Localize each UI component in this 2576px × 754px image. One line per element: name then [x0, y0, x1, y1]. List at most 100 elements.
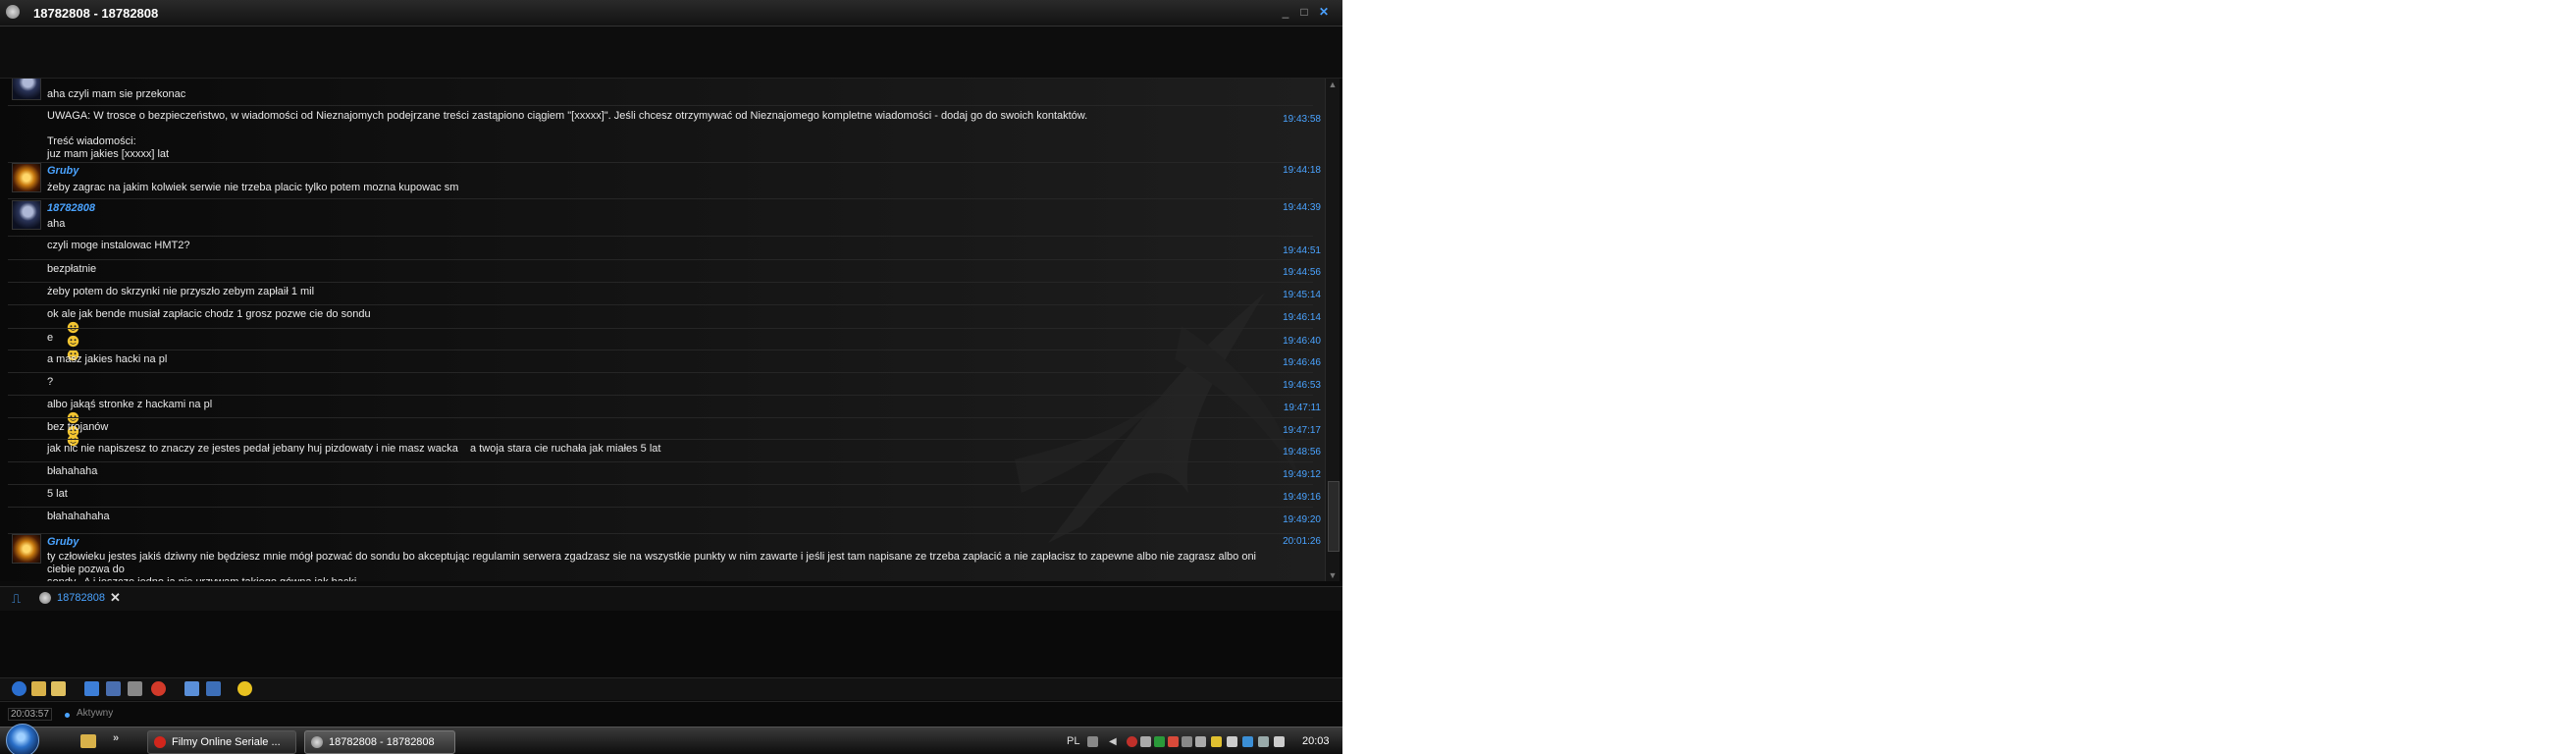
volume-icon[interactable]: [1274, 736, 1285, 747]
avatar: [12, 534, 41, 564]
status-text: Aktywny: [77, 708, 114, 719]
gadu-icon[interactable]: [6, 5, 20, 19]
back-icon[interactable]: [12, 681, 26, 696]
pulse-icon[interactable]: ⎍: [12, 591, 21, 607]
message-text: błahahaha: [47, 465, 98, 477]
block-icon[interactable]: [151, 681, 166, 696]
printer-icon[interactable]: [1195, 736, 1206, 747]
message-text: ?: [47, 376, 54, 388]
maximize-button[interactable]: □: [1297, 5, 1311, 19]
send-file-icon[interactable]: [206, 681, 221, 696]
usb-icon[interactable]: [1227, 736, 1237, 747]
keyboard-icon[interactable]: [1182, 736, 1192, 747]
tab-close-button[interactable]: ✕: [110, 590, 121, 606]
message-time: 19:49:20: [1283, 514, 1321, 525]
scroll-thumb[interactable]: [1328, 481, 1340, 552]
search-icon[interactable]: [1140, 736, 1151, 747]
gadu-icon: [39, 592, 51, 604]
message-time: 19:47:17: [1283, 425, 1321, 436]
message-text: błahahahaha: [47, 511, 110, 522]
divider: [8, 198, 1313, 199]
chevron-left-icon[interactable]: ◀: [1109, 736, 1120, 747]
message-time: 19:44:51: [1283, 245, 1321, 256]
divider: [8, 484, 1313, 485]
message-text: 5 lat: [47, 488, 68, 500]
chat-scrollbar[interactable]: ▲ ▼: [1325, 79, 1340, 581]
message-time: 19:45:14: [1283, 290, 1321, 300]
folder-icon[interactable]: [31, 681, 46, 696]
document-icon[interactable]: [84, 681, 99, 696]
divider: [8, 304, 1313, 305]
status-time: 20:03:57: [8, 708, 52, 721]
print-icon[interactable]: [128, 681, 142, 696]
sender-name[interactable]: 18782808: [47, 202, 95, 214]
show-desktop-icon[interactable]: [80, 734, 96, 748]
message-time: 19:47:11: [1283, 403, 1321, 413]
divider: [8, 395, 1313, 396]
formatting-toolbar: [0, 677, 1342, 700]
message-time: 19:46:46: [1283, 357, 1321, 368]
network-icon[interactable]: [1242, 736, 1253, 747]
message-text: albo jakąś stronke z hackami na pl: [47, 399, 213, 410]
gadu-status-icon[interactable]: [1154, 736, 1165, 747]
message-time: 19:46:53: [1283, 380, 1321, 391]
message-text: żeby potem do skrzynki nie przyszło zeby…: [47, 286, 315, 297]
sender-name[interactable]: Gruby: [47, 536, 79, 548]
taskbar-item-browser[interactable]: Filmy Online Seriale ...: [147, 730, 296, 754]
message-time: 19:43:58: [1283, 114, 1321, 125]
opera-icon: [154, 736, 166, 748]
message-text: ok ale jak bende musiał zapłacic chodz 1…: [47, 308, 371, 320]
divider: [8, 461, 1313, 462]
minimize-button[interactable]: _: [1279, 5, 1292, 19]
message-time: 19:44:18: [1283, 165, 1321, 176]
message-text: aha czyli mam sie przekonac: [47, 88, 186, 100]
keyboard-icon[interactable]: [1087, 736, 1098, 747]
status-bar: 20:03:57 Aktywny: [0, 701, 1342, 727]
message-text: a masz jakies hacki na pl: [47, 353, 168, 365]
chat-history[interactable]: aha czyli mam sie przekonac UWAGA: W tro…: [0, 79, 1325, 581]
image-icon[interactable]: [106, 681, 121, 696]
tab-bar: ⎍ 18782808 ✕: [0, 586, 1342, 612]
message-text: bez trojanów: [47, 421, 109, 433]
tab-conversation[interactable]: 18782808 ✕: [37, 590, 126, 607]
message-time: 19:46:14: [1283, 312, 1321, 323]
message-text: e: [47, 332, 54, 344]
message-time: 19:49:12: [1283, 469, 1321, 480]
message-text: aha: [47, 218, 66, 230]
title-bar[interactable]: 18782808 - 18782808 _ □ ✕: [0, 0, 1342, 27]
update-icon[interactable]: [1211, 736, 1222, 747]
start-button[interactable]: [6, 724, 39, 754]
message-time: 19:44:39: [1283, 202, 1321, 213]
clock[interactable]: 20:03: [1302, 735, 1330, 747]
taskbar-item-gadu[interactable]: 18782808 - 18782808: [304, 730, 455, 754]
divider: [8, 162, 1313, 163]
taskbar: » Filmy Online Seriale ... 18782808 - 18…: [0, 724, 1342, 754]
message-time: 19:44:56: [1283, 267, 1321, 278]
scroll-down-icon[interactable]: ▼: [1326, 569, 1340, 581]
status-dot-icon: [65, 713, 70, 718]
app-window: 18782808 - 18782808 _ □ ✕ aha czyli mam …: [0, 0, 1342, 754]
close-button[interactable]: ✕: [1317, 5, 1331, 19]
sender-name[interactable]: Gruby: [47, 165, 79, 177]
app-tray-icon[interactable]: [1168, 736, 1179, 747]
antivirus-icon[interactable]: [1127, 736, 1137, 747]
divider: [8, 533, 1313, 534]
window-title: 18782808 - 18782808: [33, 6, 159, 21]
task-label: Filmy Online Seriale ...: [172, 736, 281, 748]
message-input[interactable]: [0, 611, 1342, 677]
scroll-up-icon[interactable]: ▲: [1326, 79, 1340, 90]
message-text: ty człowieku jestes jakiś dziwny nie będ…: [47, 551, 1256, 581]
quicklaunch-chevron[interactable]: »: [113, 732, 119, 744]
network-status-icon[interactable]: [1258, 736, 1269, 747]
tribal-watermark-icon: [1015, 293, 1298, 543]
history-icon[interactable]: [184, 681, 199, 696]
avatar: [12, 200, 41, 230]
emoticon-icon[interactable]: [237, 681, 252, 696]
divider: [8, 439, 1313, 440]
files-icon[interactable]: [51, 681, 66, 696]
avatar: [12, 163, 41, 192]
message-time: 19:48:56: [1283, 447, 1321, 458]
message-text: UWAGA: W trosce o bezpieczeństwo, w wiad…: [47, 110, 1088, 160]
language-indicator[interactable]: PL: [1067, 735, 1079, 747]
divider: [8, 105, 1313, 106]
